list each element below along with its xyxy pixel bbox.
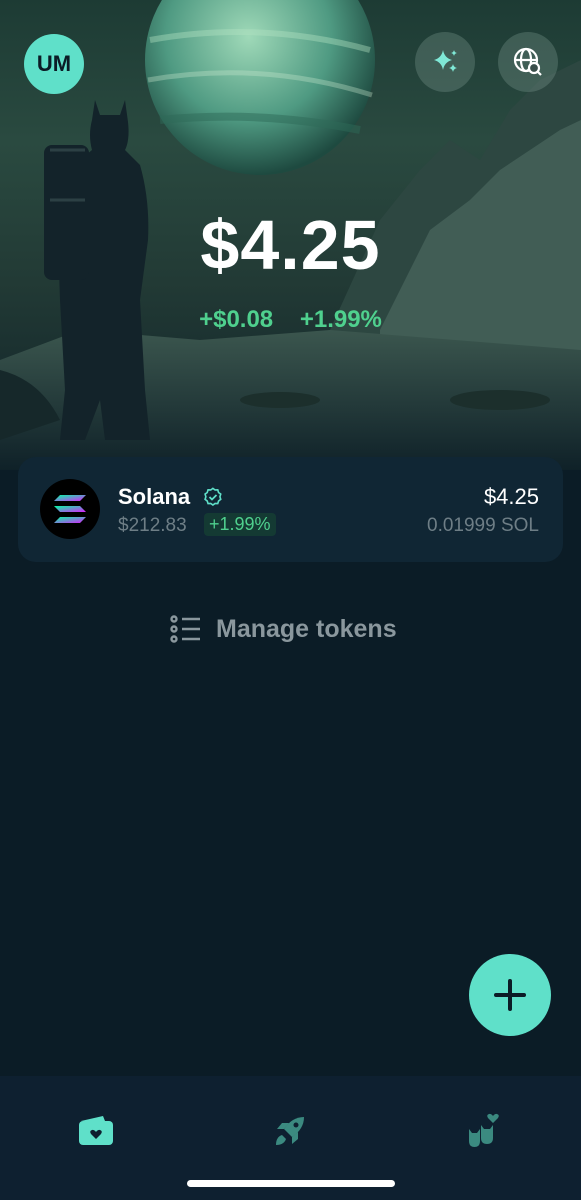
solana-logo-icon [40, 479, 100, 539]
home-indicator [187, 1180, 395, 1187]
avatar[interactable]: UM [24, 34, 84, 94]
token-price: $212.83 [118, 515, 187, 536]
cats-heart-icon [469, 1113, 499, 1147]
rocket-icon [276, 1117, 304, 1145]
plus-icon [494, 979, 526, 1011]
nav-discover[interactable] [265, 1106, 315, 1156]
globe-search-icon [513, 47, 542, 76]
nav-collectibles[interactable] [458, 1106, 508, 1156]
nav-wallet[interactable] [71, 1106, 121, 1156]
portfolio-balance: $4.25 [200, 206, 381, 284]
token-amount: 0.01999 SOL [427, 515, 539, 536]
verified-badge-icon [204, 487, 222, 506]
change-percent: +1.99% [299, 306, 382, 333]
wallet-icon [79, 1116, 113, 1145]
token-row-solana[interactable]: Solana $212.83 +1.99% $4.25 0.01999 SOL [18, 457, 563, 562]
manage-tokens-button[interactable]: Manage tokens [170, 612, 397, 646]
sparkle-button[interactable] [415, 32, 475, 92]
manage-tokens-label: Manage tokens [216, 614, 397, 643]
portfolio-change: +$0.08 +1.99% [0, 306, 581, 334]
sparkle-icon [434, 50, 457, 72]
token-name: Solana [118, 484, 191, 509]
list-icon [170, 615, 200, 643]
token-percent-badge: +1.99% [204, 513, 276, 536]
change-value: +$0.08 [199, 306, 274, 333]
globe-search-button[interactable] [498, 32, 558, 92]
add-button[interactable] [469, 954, 551, 1036]
token-value: $4.25 [483, 484, 539, 509]
